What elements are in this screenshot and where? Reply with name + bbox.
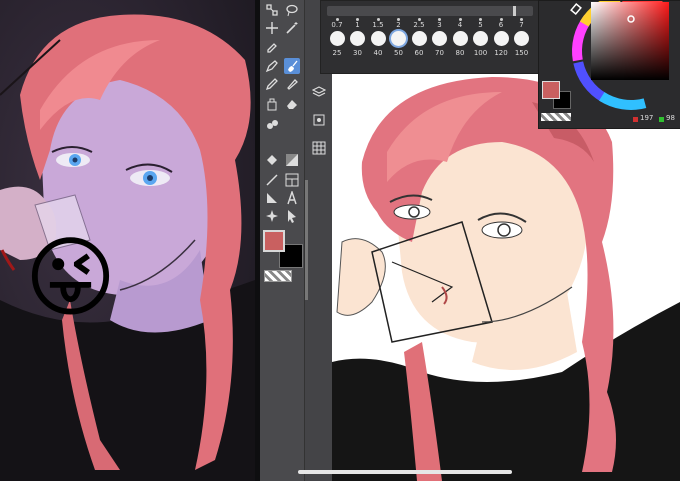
shape-icon[interactable] — [264, 190, 280, 206]
brush-size-value: 70 — [435, 49, 444, 57]
brush-size-circle — [391, 31, 406, 46]
brush-size-option[interactable]: 5 100 — [471, 18, 491, 57]
brush-size-circle — [473, 31, 488, 46]
reference-painting: 😜 — [0, 0, 255, 481]
primary-color-swatch[interactable] — [263, 230, 285, 252]
transform-icon[interactable] — [264, 2, 280, 18]
eyedropper-icon[interactable] — [264, 38, 280, 54]
brush-size-value: 60 — [414, 49, 424, 57]
brush-size-option[interactable]: 7 150 — [512, 18, 532, 57]
brush-size-circle — [329, 31, 345, 46]
transparent-color-swatch[interactable] — [264, 270, 292, 282]
brush-size-circle — [432, 31, 447, 46]
red-channel-marker — [633, 117, 638, 122]
pencil-icon[interactable] — [264, 76, 280, 92]
blend-icon[interactable] — [264, 116, 280, 132]
brush-size-value: 120 — [494, 49, 508, 57]
canvas-artwork — [332, 77, 680, 481]
move-icon[interactable] — [264, 20, 280, 36]
magic-wand-icon[interactable] — [284, 20, 300, 36]
pen-icon[interactable] — [264, 58, 280, 74]
material-icon[interactable] — [311, 112, 327, 128]
brush-size-option[interactable]: 2.5 60 — [409, 18, 429, 57]
brush-size-value: 25 — [332, 49, 342, 57]
brush-size-slider[interactable] — [327, 6, 533, 16]
brush-size-value: 80 — [455, 49, 465, 57]
brush-size-label: 4 — [457, 21, 463, 29]
pointer-icon[interactable] — [284, 208, 300, 224]
brush-size-option[interactable]: 3 70 — [430, 18, 450, 57]
brush-size-circle — [493, 31, 509, 46]
brush-size-label: 1.5 — [372, 21, 384, 29]
brush-size-circle — [370, 31, 386, 46]
brush-size-label: 7 — [519, 21, 524, 29]
eraser-icon[interactable] — [284, 96, 300, 112]
brush-size-circle — [452, 31, 468, 46]
brush-size-circle — [350, 31, 365, 46]
brush-size-value: 50 — [394, 49, 403, 57]
brush-size-label: 2.5 — [413, 21, 425, 29]
color-panel-primary-swatch[interactable] — [542, 81, 560, 99]
brush-size-option[interactable]: 1.5 40 — [368, 18, 388, 57]
sparkle-icon[interactable] — [264, 208, 280, 224]
text-icon[interactable] — [284, 190, 300, 206]
scroll-handle[interactable] — [305, 180, 308, 300]
brush-size-label: 6 — [498, 21, 504, 29]
brush-size-option[interactable]: 4 80 — [450, 18, 470, 57]
marker-icon[interactable] — [284, 76, 300, 92]
brush-size-option[interactable]: 6 120 — [491, 18, 511, 57]
brush-size-option[interactable]: 0.7 25 — [327, 18, 347, 57]
brush-size-label: 0.7 — [331, 21, 343, 29]
line-icon[interactable] — [264, 172, 280, 188]
brush-size-circle — [411, 31, 427, 46]
brush-size-option[interactable]: 2 50 — [389, 18, 409, 57]
home-indicator[interactable] — [298, 470, 512, 474]
brush-size-label: 2 — [396, 21, 401, 29]
gradient-icon[interactable] — [284, 152, 300, 168]
green-channel-marker — [659, 117, 664, 122]
lasso-icon[interactable] — [284, 2, 300, 18]
green-value: 98 — [666, 114, 675, 122]
emoji-sticker: 😜 — [24, 226, 117, 329]
brush-size-label: 3 — [437, 21, 442, 29]
drawing-canvas[interactable] — [332, 72, 680, 481]
color-panel-transparent-swatch[interactable] — [541, 113, 571, 121]
brush-size-option[interactable]: 1 30 — [348, 18, 368, 57]
airbrush-icon[interactable] — [264, 96, 280, 112]
brush-size-slider-thumb[interactable] — [513, 6, 516, 16]
brush-size-value: 150 — [514, 49, 529, 57]
frame-icon[interactable] — [284, 172, 300, 188]
brush-size-value: 40 — [373, 49, 383, 57]
color-wheel-panel: 197 98 — [538, 0, 680, 129]
tool-palette — [260, 0, 304, 481]
brush-size-value: 100 — [473, 49, 488, 57]
painting-app: 0.7 25 1 30 1.5 40 2 50 2.5 60 3 70 4 80 5 100 6 120 7 150 — [260, 0, 680, 481]
brush-size-circle — [514, 31, 529, 46]
brush-size-palette: 0.7 25 1 30 1.5 40 2 50 2.5 60 3 70 4 80 5 100 6 120 7 150 — [320, 0, 542, 74]
brush-icon[interactable] — [284, 58, 300, 74]
layers-icon[interactable] — [311, 84, 327, 100]
brush-size-label: 1 — [355, 21, 360, 29]
red-value: 197 — [640, 114, 654, 122]
grid-icon[interactable] — [311, 140, 327, 156]
fill-icon[interactable] — [264, 152, 280, 168]
brush-size-value: 30 — [353, 49, 362, 57]
brush-size-label: 5 — [478, 21, 483, 29]
